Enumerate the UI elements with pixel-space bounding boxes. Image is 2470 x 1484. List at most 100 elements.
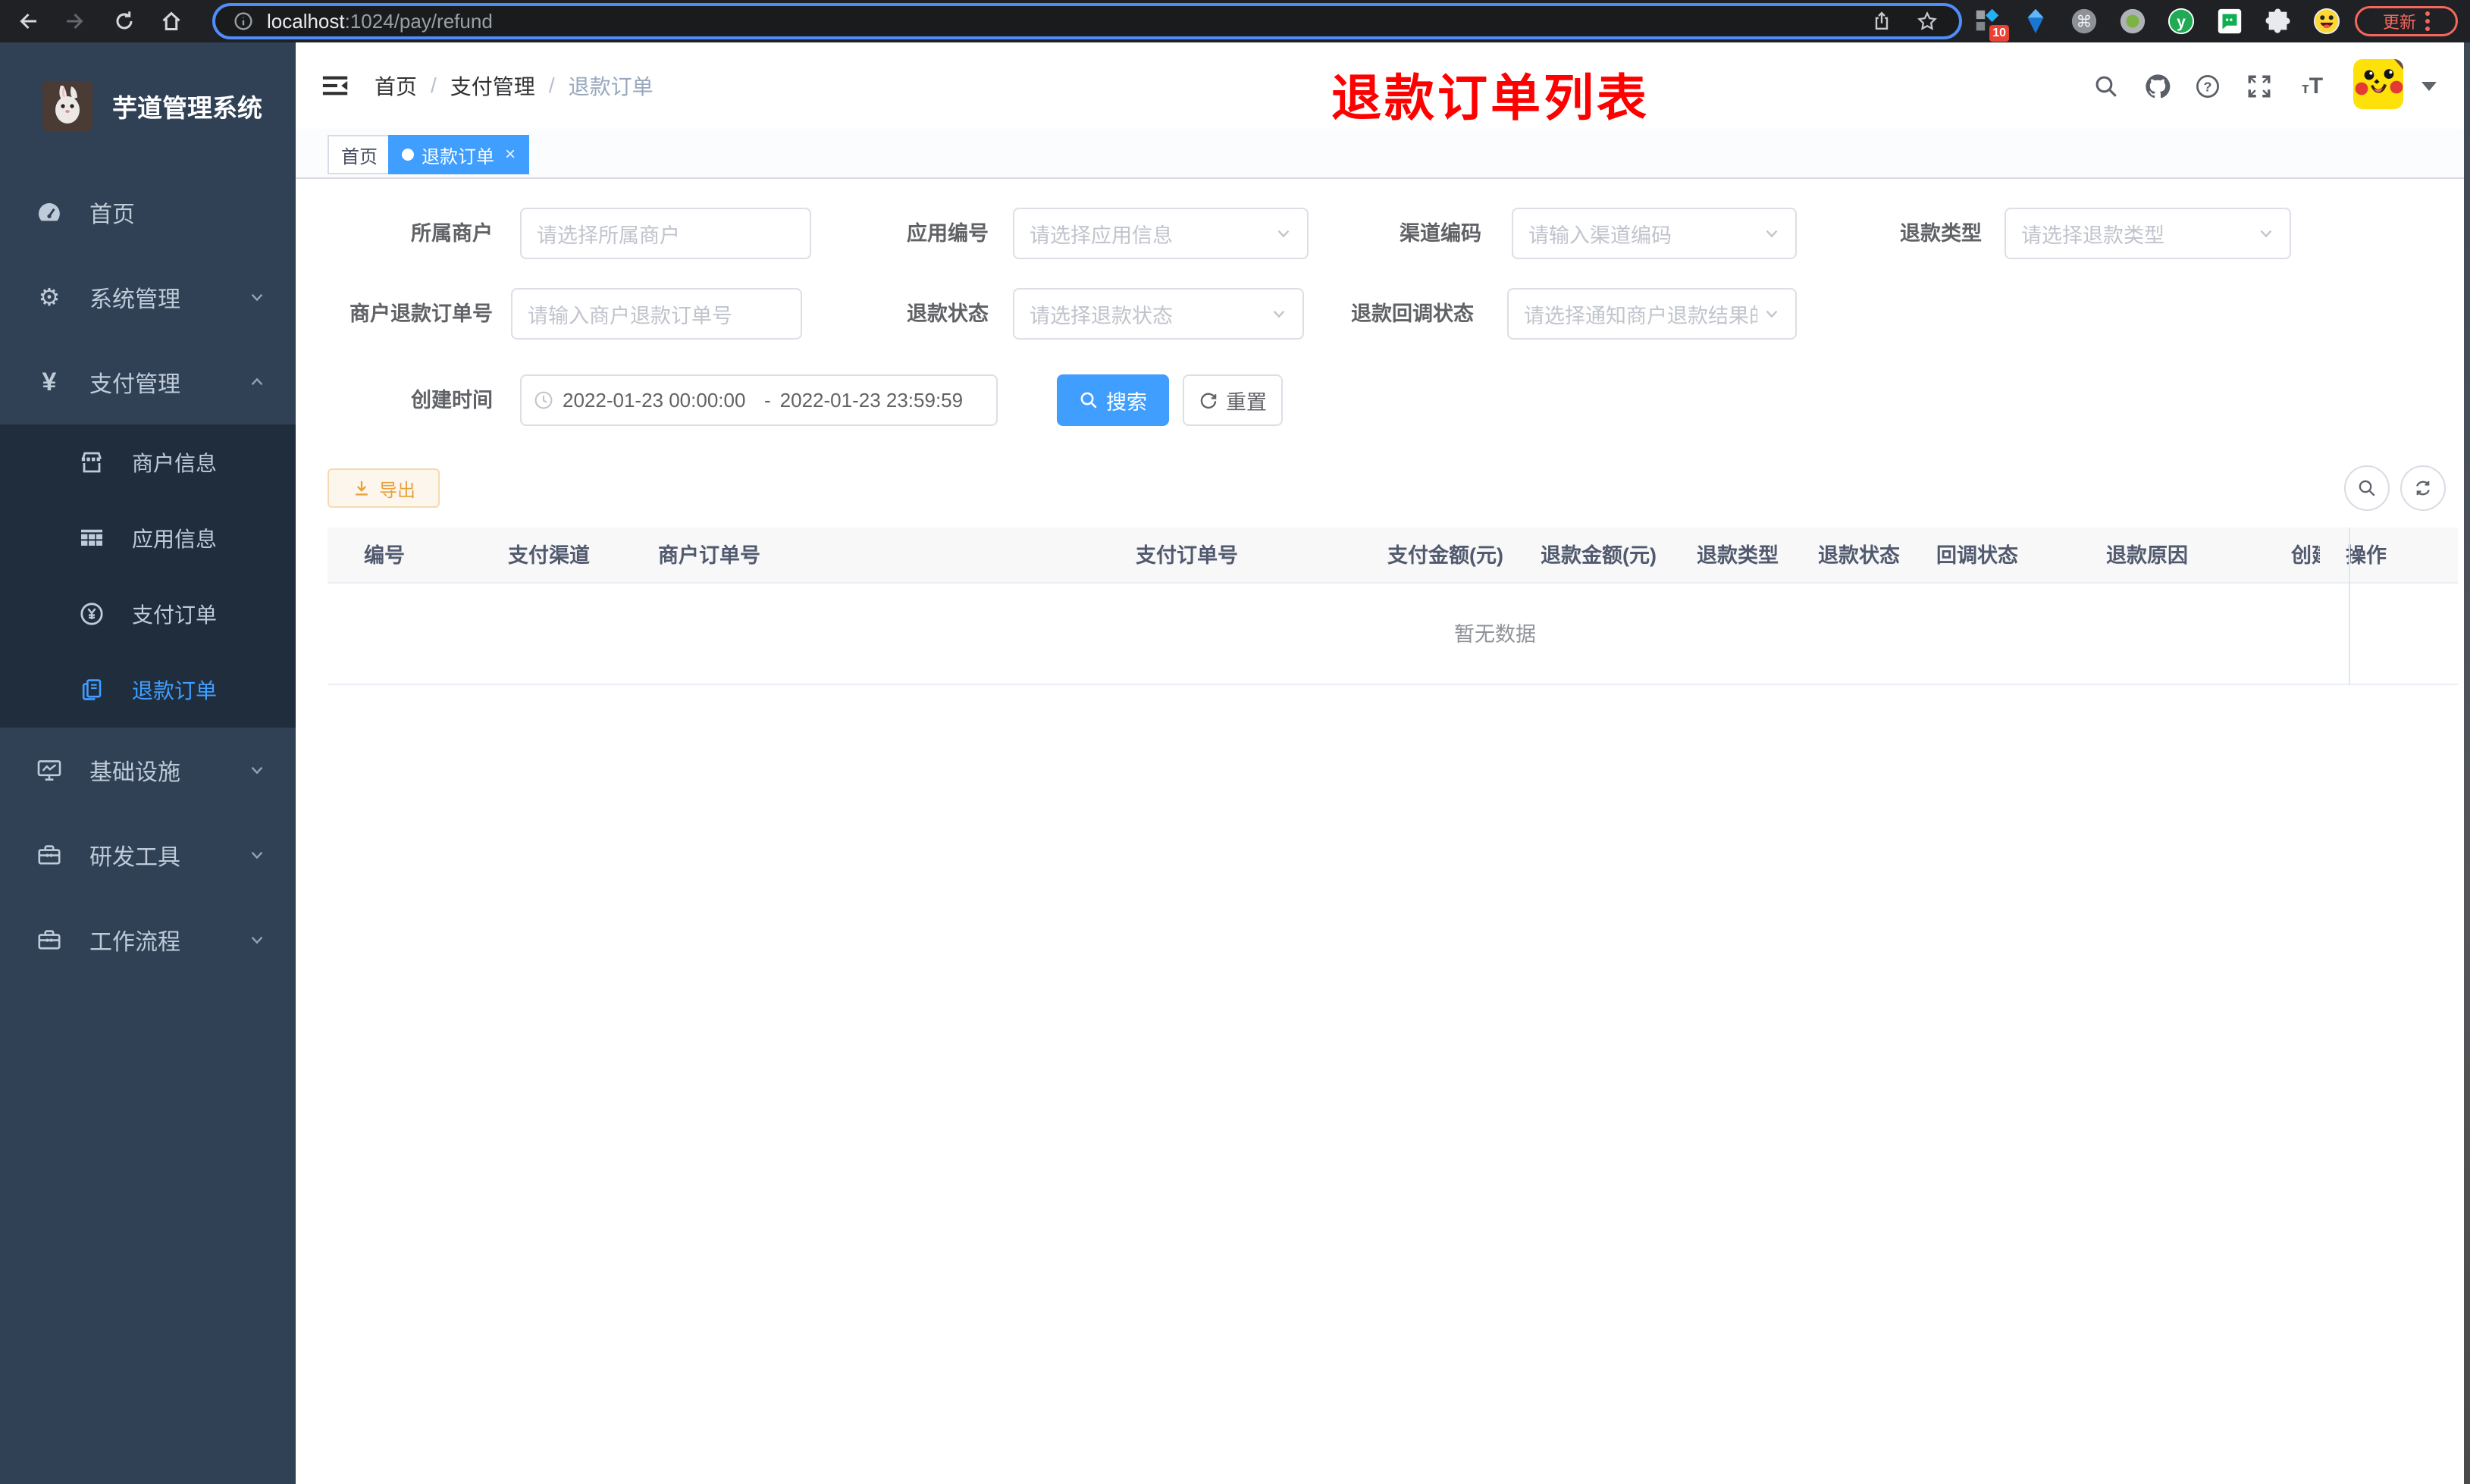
sidebar-item-label: 首页 bbox=[89, 202, 135, 227]
placeholder-text: 请输入商户退款订单号 bbox=[528, 304, 732, 327]
sidebar-item-payment-order[interactable]: 支付订单 bbox=[0, 576, 296, 652]
browser-toolbar: localhost:1024/pay/refund 10 ⌘ y 更新 bbox=[0, 0, 2470, 42]
refresh-table-button[interactable] bbox=[2400, 465, 2446, 511]
reset-button[interactable]: 重置 bbox=[1183, 374, 1283, 426]
channel-code-select[interactable]: 请输入渠道编码 bbox=[1512, 208, 1797, 259]
merchant-refund-no-input[interactable]: 请输入商户退款订单号 bbox=[511, 288, 802, 340]
sidebar-menu: 首页 ⚙ 系统管理 ¥ 支付管理 商户信息 应用信息 支付订单 退款订单基础设施研发工具工作流程 bbox=[0, 170, 296, 982]
svg-text:y: y bbox=[2177, 14, 2186, 31]
search-button-label: 搜索 bbox=[1106, 390, 1147, 414]
clock-icon bbox=[534, 390, 553, 410]
sidebar-item-label: 工作流程 bbox=[89, 930, 180, 955]
extension-tiles-icon[interactable]: 10 bbox=[1971, 5, 2009, 42]
merchant-input[interactable]: 请选择所属商户 bbox=[520, 208, 811, 259]
breadcrumb: 首页 / 支付管理 / 退款订单 bbox=[375, 42, 654, 129]
refund-type-select[interactable]: 请选择退款类型 bbox=[2005, 208, 2291, 259]
dashboard-icon bbox=[35, 198, 64, 227]
placeholder-text: 请选择所属商户 bbox=[537, 224, 680, 247]
chevron-down-icon bbox=[249, 847, 265, 863]
url-text: localhost:1024/pay/refund bbox=[267, 10, 493, 33]
url-path: :1024/pay/refund bbox=[344, 9, 493, 33]
address-bar[interactable]: localhost:1024/pay/refund bbox=[212, 3, 1962, 39]
refund-icon bbox=[77, 675, 106, 704]
sidebar-logo[interactable]: 芋道管理系统 bbox=[0, 42, 296, 170]
shop-icon bbox=[77, 448, 106, 477]
sidebar-item-system-management[interactable]: ⚙ 系统管理 bbox=[0, 255, 296, 340]
table-header: 编号 支付渠道 商户订单号 支付订单号 支付金额(元) 退款金额(元) 退款类型 退款状态 回调… bbox=[328, 528, 2458, 584]
share-icon[interactable] bbox=[1871, 11, 1892, 32]
extension-kite-icon[interactable] bbox=[2020, 5, 2052, 37]
extension-chat-icon[interactable] bbox=[2214, 5, 2246, 37]
yen-icon: ¥ bbox=[42, 368, 57, 396]
breadcrumb-item[interactable]: 支付管理 bbox=[450, 70, 535, 101]
refund-notify-status-select[interactable]: 请选择通知商户退款结果的 bbox=[1507, 288, 1797, 340]
sidebar-item-label: 系统管理 bbox=[89, 287, 180, 312]
tab-home[interactable]: 首页 bbox=[328, 135, 391, 174]
browser-menu-icon[interactable] bbox=[2425, 11, 2430, 31]
extension-command-icon[interactable]: ⌘ bbox=[2068, 5, 2100, 37]
font-size-icon[interactable]: тT bbox=[2297, 71, 2327, 102]
channel-code-label: 渠道编码 bbox=[1400, 222, 1481, 245]
extension-y-icon[interactable]: y bbox=[2165, 5, 2197, 37]
table-empty-body: 暂无数据 bbox=[328, 584, 2458, 685]
column-header: 操作 bbox=[2346, 544, 2387, 567]
sidebar-item-infrastructure[interactable]: 基础设施 bbox=[0, 728, 296, 812]
fullscreen-icon[interactable] bbox=[2244, 71, 2274, 102]
column-header: 商户订单号 bbox=[658, 544, 760, 567]
column-header: 退款类型 bbox=[1697, 544, 1779, 567]
tab-close-icon[interactable]: × bbox=[505, 144, 516, 165]
app-title: 芋道管理系统 bbox=[112, 94, 262, 122]
site-info-icon[interactable] bbox=[234, 11, 253, 31]
merchant-label: 所属商户 bbox=[411, 222, 493, 245]
bookmark-star-icon[interactable] bbox=[1917, 11, 1938, 32]
refresh-icon bbox=[2416, 481, 2430, 496]
browser-update-button[interactable]: 更新 bbox=[2355, 6, 2458, 36]
breadcrumb-separator: / bbox=[548, 74, 555, 97]
browser-reload-icon[interactable] bbox=[109, 6, 139, 36]
workflow-icon bbox=[35, 925, 64, 954]
profile-avatar-emoji[interactable] bbox=[2311, 5, 2343, 37]
chevron-down-icon bbox=[1271, 305, 1287, 322]
placeholder-text: 请输入渠道编码 bbox=[1528, 224, 1672, 247]
sidebar-item-label: 基础设施 bbox=[89, 760, 180, 785]
avatar-caret-icon[interactable] bbox=[2421, 82, 2437, 91]
browser-home-icon[interactable] bbox=[156, 6, 187, 36]
pay-order-icon bbox=[77, 600, 106, 628]
header-search-icon[interactable] bbox=[2091, 71, 2121, 102]
extensions-puzzle-icon[interactable] bbox=[2262, 5, 2294, 37]
show-search-toggle-button[interactable] bbox=[2344, 465, 2390, 511]
github-icon[interactable] bbox=[2142, 71, 2173, 102]
refund-status-select[interactable]: 请选择退款状态 bbox=[1013, 288, 1304, 340]
sidebar-item-workflow[interactable]: 工作流程 bbox=[0, 897, 296, 982]
export-button[interactable]: 导出 bbox=[328, 468, 440, 508]
sidebar-item-payment-management[interactable]: ¥ 支付管理 bbox=[0, 340, 296, 424]
breadcrumb-item[interactable]: 首页 bbox=[375, 70, 417, 101]
help-icon[interactable]: ? bbox=[2193, 71, 2223, 102]
empty-text: 暂无数据 bbox=[1454, 623, 1536, 646]
create-time-daterange[interactable]: 2022-01-23 00:00:00-2022-01-23 23:59:59 bbox=[520, 374, 998, 426]
logo-rabbit-image bbox=[42, 81, 92, 131]
gear-icon: ⚙ bbox=[38, 283, 61, 311]
app-no-select[interactable]: 请选择应用信息 bbox=[1013, 208, 1309, 259]
sidebar-item-app-info[interactable]: 应用信息 bbox=[0, 500, 296, 576]
search-button[interactable]: 搜索 bbox=[1057, 374, 1169, 426]
chevron-down-icon bbox=[249, 289, 265, 305]
sidebar-item-home[interactable]: 首页 bbox=[0, 170, 296, 255]
daterange-separator: - bbox=[764, 388, 771, 412]
user-avatar[interactable] bbox=[2353, 59, 2403, 109]
tab-refund-order[interactable]: 退款订单 × bbox=[388, 135, 530, 174]
browser-back-icon[interactable] bbox=[12, 6, 42, 36]
column-header: 退款原因 bbox=[2106, 544, 2188, 567]
window-edge bbox=[2464, 42, 2470, 1484]
content-header: 首页 / 支付管理 / 退款订单 退款订单列表 ? тT bbox=[296, 42, 2464, 129]
update-label: 更新 bbox=[2382, 13, 2416, 32]
sidebar-item-refund-order[interactable]: 退款订单 bbox=[0, 652, 296, 728]
sidebar-toggle-icon[interactable] bbox=[321, 71, 350, 100]
extension-dot-icon[interactable] bbox=[2117, 5, 2149, 37]
sidebar-item-dev-tools[interactable]: 研发工具 bbox=[0, 812, 296, 897]
sidebar-item-merchant-info[interactable]: 商户信息 bbox=[0, 424, 296, 500]
column-header: 创建时间 bbox=[2291, 544, 2320, 567]
screen: localhost:1024/pay/refund 10 ⌘ y 更新 芋道管理… bbox=[0, 0, 2470, 1484]
extensions-row: 10 ⌘ y bbox=[1971, 0, 2343, 42]
browser-forward-icon[interactable] bbox=[61, 6, 91, 36]
